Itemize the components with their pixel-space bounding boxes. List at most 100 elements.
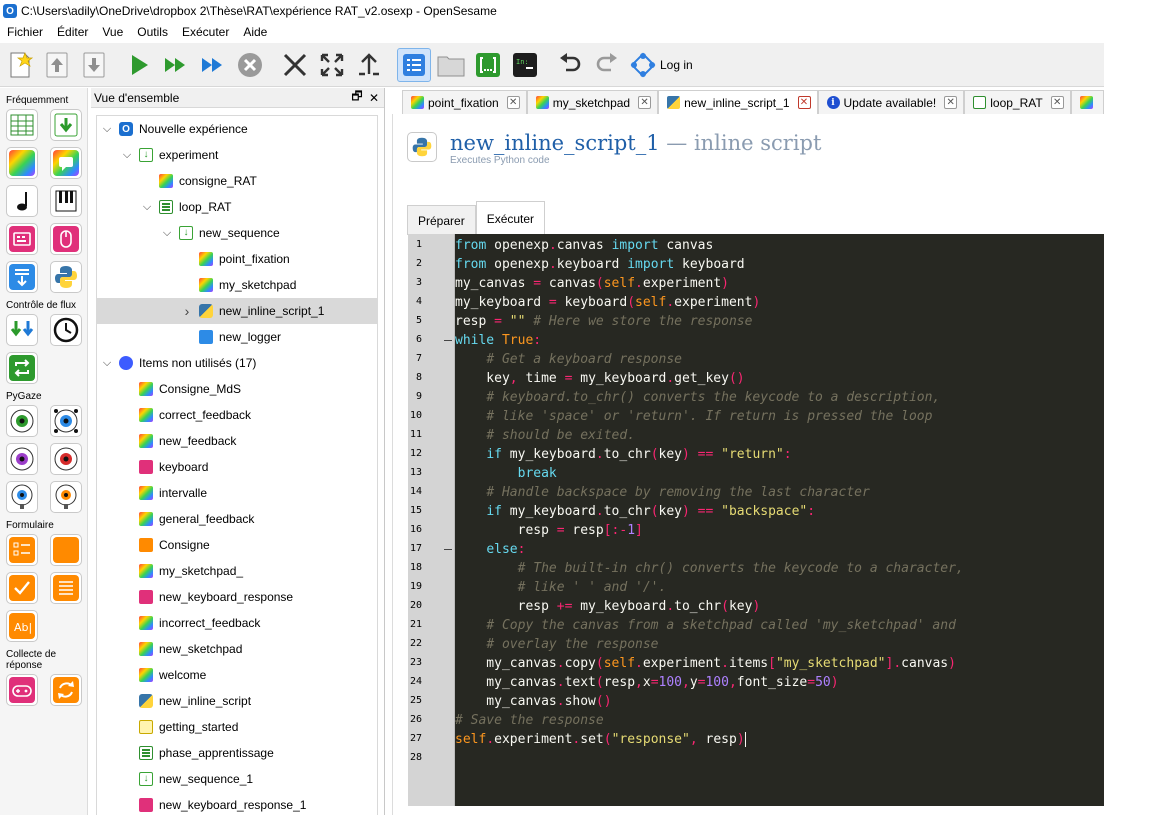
tree-item[interactable]: ⌵ Items non utilisés (17) bbox=[97, 350, 377, 376]
tree-item[interactable]: phase_apprentissage bbox=[97, 740, 377, 766]
code-line[interactable]: from openexp.keyboard import keyboard bbox=[455, 255, 745, 274]
tab-close-button[interactable]: ✕ bbox=[944, 96, 958, 109]
fold-marker-icon[interactable] bbox=[444, 549, 452, 550]
tree-item[interactable]: correct_feedback bbox=[97, 402, 377, 428]
code-line[interactable]: # should be exited. bbox=[455, 426, 635, 445]
code-line[interactable]: break bbox=[455, 464, 557, 483]
code-line[interactable]: # keyboard.to_chr() converts the keycode… bbox=[455, 388, 940, 407]
login-button[interactable]: Log in bbox=[630, 52, 693, 78]
repeat-cycle-item-button[interactable] bbox=[6, 352, 38, 384]
tab-my-sketchpad[interactable]: my_sketchpad ✕ bbox=[526, 90, 659, 114]
save-button[interactable] bbox=[77, 48, 111, 82]
file-pool-button[interactable] bbox=[434, 48, 468, 82]
code-line[interactable]: my_canvas = canvas(self.experiment) bbox=[455, 274, 729, 293]
variable-inspector-button[interactable] bbox=[471, 48, 505, 82]
code-line[interactable]: resp = "" # Here we store the response bbox=[455, 312, 752, 331]
tab-close-button[interactable]: ✕ bbox=[506, 96, 520, 109]
logger-item-button[interactable] bbox=[6, 261, 38, 293]
tree-item[interactable]: Consigne bbox=[97, 532, 377, 558]
fold-marker-icon[interactable] bbox=[444, 340, 452, 341]
form-consent-button[interactable] bbox=[6, 572, 38, 604]
code-line[interactable]: # overlay the response bbox=[455, 635, 658, 654]
tree-item[interactable]: new_keyboard_response bbox=[97, 584, 377, 610]
kill-button[interactable] bbox=[233, 48, 267, 82]
open-button[interactable] bbox=[40, 48, 74, 82]
chevron-down-icon[interactable]: ⌵ bbox=[141, 201, 153, 214]
tree-item[interactable]: point_fixation bbox=[97, 246, 377, 272]
item-name[interactable]: new_inline_script_1 bbox=[450, 131, 660, 155]
pygaze-drift-correct-button[interactable] bbox=[50, 405, 82, 437]
code-line[interactable]: if my_keyboard.to_chr(key) == "backspace… bbox=[455, 502, 815, 521]
code-line[interactable]: resp = resp[:-1] bbox=[455, 521, 643, 540]
code-line[interactable]: # Copy the canvas from a sketchpad calle… bbox=[455, 616, 956, 635]
tree-item[interactable]: keyboard bbox=[97, 454, 377, 480]
keyboard-response-item-button[interactable] bbox=[6, 223, 38, 255]
code-line[interactable]: from openexp.canvas import canvas bbox=[455, 236, 713, 255]
code-editor[interactable]: 1 2 3 4 5 6 7 8 9 10 11 12 13 14 15 16 17 18 19 20 21 22 23 24 2… bbox=[408, 234, 1104, 806]
menu-aide[interactable]: Aide bbox=[236, 25, 274, 39]
joystick-item-button[interactable] bbox=[6, 674, 38, 706]
tab-run[interactable]: Exécuter bbox=[475, 201, 546, 235]
tree-item[interactable]: my_sketchpad_ bbox=[97, 558, 377, 584]
tree-item[interactable]: › new_inline_script_1 bbox=[97, 298, 377, 324]
code-line[interactable]: my_canvas.show() bbox=[455, 692, 611, 711]
quick-run-button[interactable] bbox=[196, 48, 230, 82]
coroutines-item-button[interactable] bbox=[6, 314, 38, 346]
code-line[interactable]: resp += my_keyboard.to_chr(key) bbox=[455, 597, 761, 616]
debug-window-button[interactable]: In: bbox=[508, 48, 542, 82]
undo-button[interactable] bbox=[553, 48, 587, 82]
tree-item[interactable]: getting_started bbox=[97, 714, 377, 740]
close-panel-button[interactable]: ✕ bbox=[367, 91, 381, 105]
code-line[interactable]: # like 'space' or 'return'. If return is… bbox=[455, 407, 932, 426]
chevron-down-icon[interactable]: ⌵ bbox=[161, 227, 173, 240]
code-line[interactable]: # Save the response bbox=[455, 711, 604, 730]
pygaze-init-button[interactable] bbox=[6, 405, 38, 437]
tree-item[interactable]: new_feedback bbox=[97, 428, 377, 454]
tab-close-button[interactable]: ✕ bbox=[1050, 96, 1064, 109]
tab-new-inline-script-1[interactable]: new_inline_script_1 ✕ bbox=[658, 90, 818, 114]
item-title[interactable]: new_inline_script_1 — inline script bbox=[450, 130, 821, 156]
tree-item[interactable]: ⌵ ↓ experiment bbox=[97, 142, 377, 168]
srbox-item-button[interactable] bbox=[50, 674, 82, 706]
close-all-tabs-button[interactable] bbox=[278, 48, 312, 82]
menu-outils[interactable]: Outils bbox=[130, 25, 175, 39]
code-line[interactable]: else: bbox=[455, 540, 525, 559]
sequence-item-button[interactable] bbox=[50, 109, 82, 141]
code-line[interactable]: my_canvas.copy(self.experiment.items["my… bbox=[455, 654, 956, 673]
code-line[interactable]: # Handle backspace by removing the last … bbox=[455, 483, 870, 502]
menu-fichier[interactable]: Fichier bbox=[0, 25, 50, 39]
tab-update-available[interactable]: i Update available! ✕ bbox=[817, 90, 965, 114]
pygaze-stop-recording-button[interactable] bbox=[50, 443, 82, 475]
code-line[interactable]: my_canvas.text(resp,x=100,y=100,font_siz… bbox=[455, 673, 838, 692]
tree-item[interactable]: consigne_RAT bbox=[97, 168, 377, 194]
menu-editer[interactable]: Éditer bbox=[50, 25, 95, 39]
advanced-delay-item-button[interactable] bbox=[50, 314, 82, 346]
tab-overflow[interactable] bbox=[1070, 90, 1104, 114]
pygaze-wait-button[interactable] bbox=[6, 481, 38, 513]
tree-item[interactable]: welcome bbox=[97, 662, 377, 688]
tree-item[interactable]: ⌵ loop_RAT bbox=[97, 194, 377, 220]
tree-item[interactable]: new_keyboard_response_1 bbox=[97, 792, 377, 815]
tree-item[interactable]: incorrect_feedback bbox=[97, 610, 377, 636]
tree-item[interactable]: new_logger bbox=[97, 324, 377, 350]
menu-executer[interactable]: Exécuter bbox=[175, 25, 236, 39]
code-line[interactable]: key, time = my_keyboard.get_key() bbox=[455, 369, 744, 388]
loop-item-button[interactable] bbox=[6, 109, 38, 141]
chevron-right-icon[interactable]: › bbox=[181, 303, 193, 319]
code-line[interactable]: my_keyboard = keyboard(self.experiment) bbox=[455, 293, 760, 312]
overview-toggle-button[interactable] bbox=[397, 47, 431, 82]
run-in-window-button[interactable] bbox=[159, 48, 193, 82]
tree-item[interactable]: my_sketchpad bbox=[97, 272, 377, 298]
tree-item[interactable]: ⌵ ↓ new_sequence bbox=[97, 220, 377, 246]
menu-vue[interactable]: Vue bbox=[95, 25, 130, 39]
pygaze-log-button[interactable] bbox=[50, 481, 82, 513]
redo-button[interactable] bbox=[590, 48, 624, 82]
pygaze-start-recording-button[interactable] bbox=[6, 443, 38, 475]
tree-item[interactable]: Consigne_MdS bbox=[97, 376, 377, 402]
form-text-display-button[interactable] bbox=[50, 572, 82, 604]
sampler-item-button[interactable] bbox=[6, 185, 38, 217]
pin-button[interactable] bbox=[352, 48, 386, 82]
tree-item[interactable]: ⌵ O Nouvelle expérience bbox=[97, 116, 377, 142]
tree-item[interactable]: new_sketchpad bbox=[97, 636, 377, 662]
tab-loop-rat[interactable]: loop_RAT ✕ bbox=[964, 90, 1071, 114]
